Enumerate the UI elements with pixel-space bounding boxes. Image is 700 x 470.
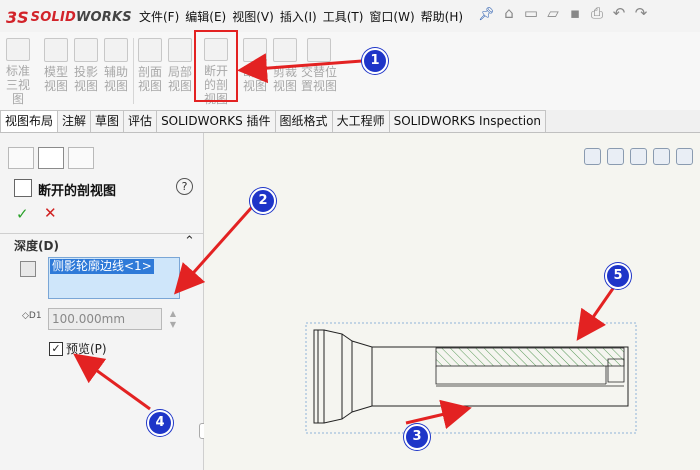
annotation-arrows	[73, 53, 616, 430]
callout-badge-5: 5	[605, 263, 631, 289]
arrow-5	[576, 286, 616, 341]
callout-badge-3: 3	[404, 424, 430, 450]
drawing-overlay	[73, 53, 637, 434]
arrow-3	[405, 399, 472, 430]
hatched-section-region	[435, 347, 625, 367]
arrow-4	[73, 353, 151, 411]
callout-badge-2: 2	[250, 188, 276, 214]
arrow-1	[237, 53, 363, 84]
callout-badge-4: 4	[147, 410, 173, 436]
callout-badge-1: 1	[362, 48, 388, 74]
arrow-2	[174, 206, 254, 295]
shaft-part-outline	[313, 329, 629, 424]
drawing-view-boundary	[305, 322, 637, 434]
